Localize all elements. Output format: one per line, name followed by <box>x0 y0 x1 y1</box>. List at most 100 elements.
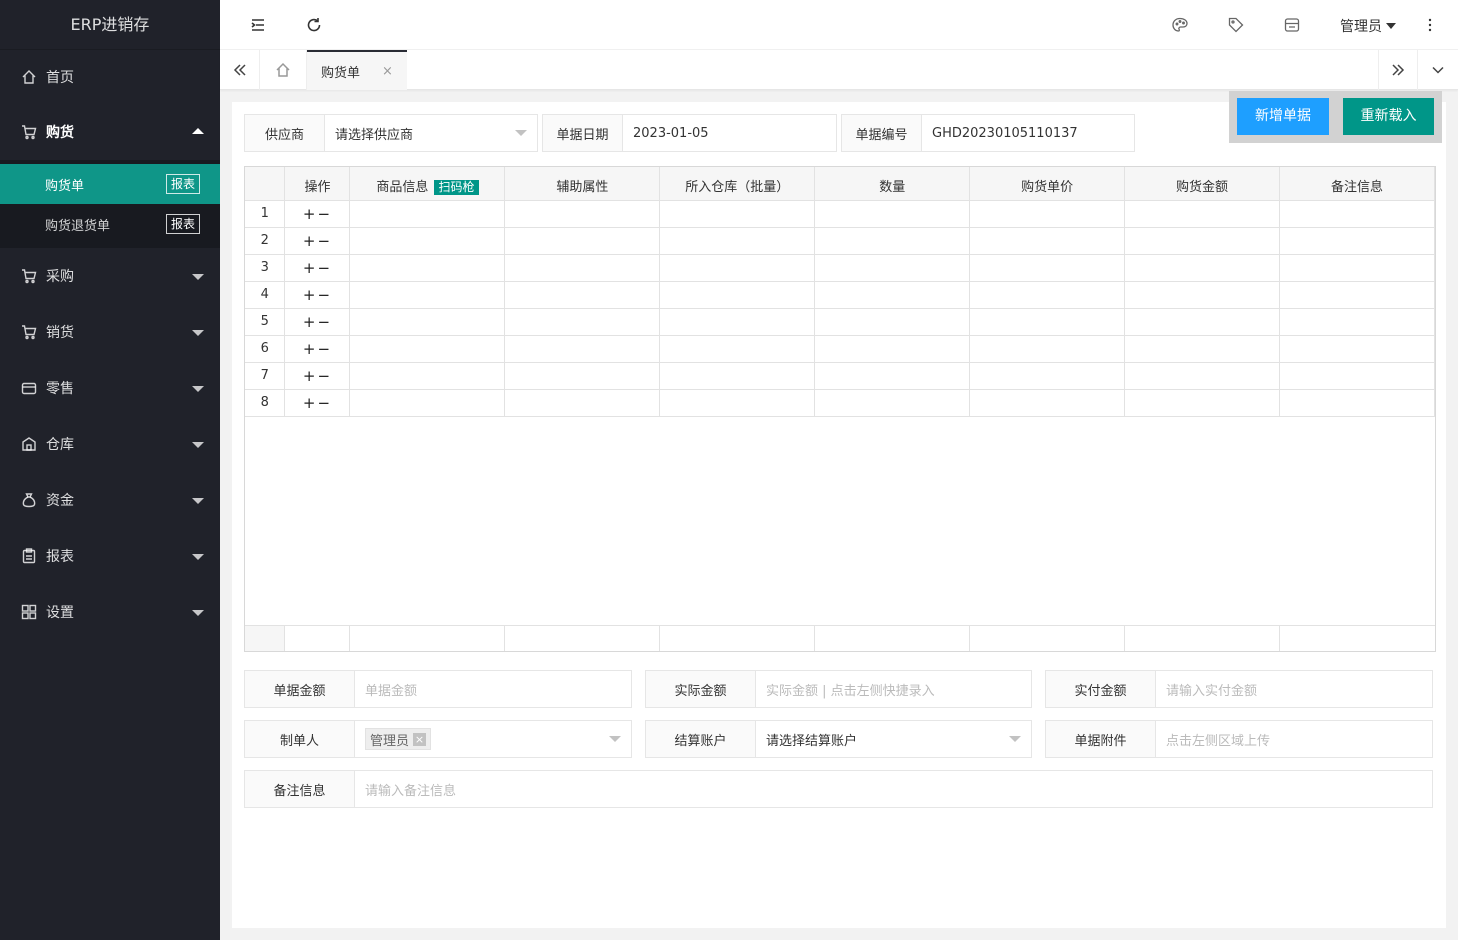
grid-cell[interactable] <box>659 362 816 390</box>
grid-cell[interactable] <box>659 335 816 363</box>
tabs-scroll-right-icon[interactable] <box>1378 50 1418 90</box>
collapse-menu-icon[interactable] <box>248 15 268 35</box>
document-amount-input[interactable]: 单据金额 <box>355 671 631 707</box>
grid-cell[interactable] <box>349 281 506 309</box>
grid-cell[interactable] <box>814 254 971 282</box>
home-tab-icon[interactable] <box>260 50 307 90</box>
table-row[interactable]: 7 +− <box>245 362 1435 390</box>
sidebar-subitem-purchase-order[interactable]: 购货单 报表 <box>0 164 220 204</box>
grid-cell[interactable] <box>504 281 661 309</box>
row-add-remove-buttons[interactable]: +− <box>284 227 351 255</box>
grid-cell[interactable] <box>504 389 661 417</box>
table-row[interactable]: 6 +− <box>245 335 1435 363</box>
table-row[interactable]: 1 +− <box>245 200 1435 228</box>
sidebar-item-home[interactable]: 首页 <box>0 50 220 104</box>
grid-cell[interactable] <box>349 335 506 363</box>
grid-cell[interactable] <box>1124 254 1280 282</box>
grid-cell[interactable] <box>659 200 816 228</box>
grid-cell[interactable] <box>349 389 506 417</box>
grid-cell[interactable] <box>504 308 661 336</box>
grid-cell[interactable] <box>1124 362 1280 390</box>
grid-cell[interactable] <box>1124 227 1280 255</box>
column-header[interactable]: 所入仓库（批量） <box>659 167 816 201</box>
user-menu[interactable]: 管理员 <box>1340 16 1396 36</box>
grid-cell[interactable] <box>1279 308 1435 336</box>
row-add-remove-buttons[interactable]: +− <box>284 254 351 282</box>
tabs-dropdown-icon[interactable] <box>1418 50 1458 90</box>
grid-cell[interactable] <box>1279 200 1435 228</box>
sidebar-item-sales[interactable]: 销货 <box>0 304 220 360</box>
table-row[interactable]: 8 +− <box>245 389 1435 417</box>
new-document-button[interactable]: 新增单据 <box>1237 98 1329 135</box>
sidebar-item-reports[interactable]: 报表 <box>0 528 220 584</box>
grid-cell[interactable] <box>814 200 971 228</box>
grid-cell[interactable] <box>814 308 971 336</box>
refresh-icon[interactable] <box>304 15 324 35</box>
grid-cell[interactable] <box>969 308 1126 336</box>
grid-cell[interactable] <box>814 281 971 309</box>
grid-cell[interactable] <box>504 335 661 363</box>
sidebar-item-settings[interactable]: 设置 <box>0 584 220 640</box>
grid-cell[interactable] <box>814 227 971 255</box>
theme-palette-icon[interactable] <box>1170 15 1190 35</box>
paid-amount-input[interactable]: 请输入实付金额 <box>1156 671 1432 707</box>
tabs-scroll-left-icon[interactable] <box>220 50 260 90</box>
grid-cell[interactable] <box>1279 362 1435 390</box>
grid-cell[interactable] <box>1279 335 1435 363</box>
grid-cell[interactable] <box>1279 227 1435 255</box>
sidebar-item-funds[interactable]: 资金 <box>0 472 220 528</box>
grid-cell[interactable] <box>349 254 506 282</box>
row-add-remove-buttons[interactable]: +− <box>284 389 351 417</box>
grid-cell[interactable] <box>659 254 816 282</box>
grid-cell[interactable] <box>969 200 1126 228</box>
account-select[interactable]: 请选择结算账户 <box>756 721 1031 757</box>
report-link[interactable]: 报表 <box>165 214 200 234</box>
grid-cell[interactable] <box>1124 281 1280 309</box>
sidebar-item-retail[interactable]: 零售 <box>0 360 220 416</box>
grid-cell[interactable] <box>1279 254 1435 282</box>
upload-area[interactable]: 单据附件 <box>1046 721 1156 757</box>
table-row[interactable]: 2 +− <box>245 227 1435 255</box>
grid-cell[interactable] <box>1124 335 1280 363</box>
note-icon[interactable] <box>1282 15 1302 35</box>
row-add-remove-buttons[interactable]: +− <box>284 281 351 309</box>
grid-cell[interactable] <box>814 362 971 390</box>
grid-cell[interactable] <box>504 362 661 390</box>
row-add-remove-buttons[interactable]: +− <box>284 308 351 336</box>
grid-cell[interactable] <box>814 389 971 417</box>
more-vertical-icon[interactable] <box>1420 15 1440 35</box>
grid-cell[interactable] <box>1279 281 1435 309</box>
reload-button[interactable]: 重新载入 <box>1343 98 1434 135</box>
note-input[interactable]: 请输入备注信息 <box>355 771 1432 807</box>
sidebar-subitem-purchase-return[interactable]: 购货退货单 报表 <box>0 204 220 244</box>
grid-cell[interactable] <box>659 308 816 336</box>
row-add-remove-buttons[interactable]: +− <box>284 335 351 363</box>
tag-icon[interactable] <box>1226 15 1246 35</box>
table-row[interactable]: 5 +− <box>245 308 1435 336</box>
grid-cell[interactable] <box>1124 389 1280 417</box>
grid-cell[interactable] <box>814 335 971 363</box>
grid-cell[interactable] <box>969 254 1126 282</box>
tab-purchase-order[interactable]: 购货单 × <box>307 50 407 90</box>
grid-cell[interactable] <box>659 227 816 255</box>
number-input[interactable]: GHD20230105110137 <box>922 115 1134 151</box>
grid-cell[interactable] <box>504 227 661 255</box>
grid-cell[interactable] <box>659 389 816 417</box>
sidebar-item-purchase-goods[interactable]: 购货 <box>0 104 220 160</box>
close-icon[interactable]: × <box>382 64 393 79</box>
row-add-remove-buttons[interactable]: +− <box>284 200 351 228</box>
table-row[interactable]: 3 +− <box>245 254 1435 282</box>
sidebar-item-warehouse[interactable]: 仓库 <box>0 416 220 472</box>
grid-cell[interactable] <box>349 362 506 390</box>
supplier-select[interactable]: 请选择供应商 <box>325 115 537 151</box>
date-input[interactable]: 2023-01-05 <box>623 115 836 151</box>
sidebar-item-procurement[interactable]: 采购 <box>0 248 220 304</box>
grid-cell[interactable] <box>1124 308 1280 336</box>
grid-cell[interactable] <box>659 281 816 309</box>
grid-cell[interactable] <box>349 200 506 228</box>
table-row[interactable]: 4 +− <box>245 281 1435 309</box>
grid-cell[interactable] <box>969 281 1126 309</box>
grid-cell[interactable] <box>504 200 661 228</box>
grid-cell[interactable] <box>969 389 1126 417</box>
grid-cell[interactable] <box>1279 389 1435 417</box>
